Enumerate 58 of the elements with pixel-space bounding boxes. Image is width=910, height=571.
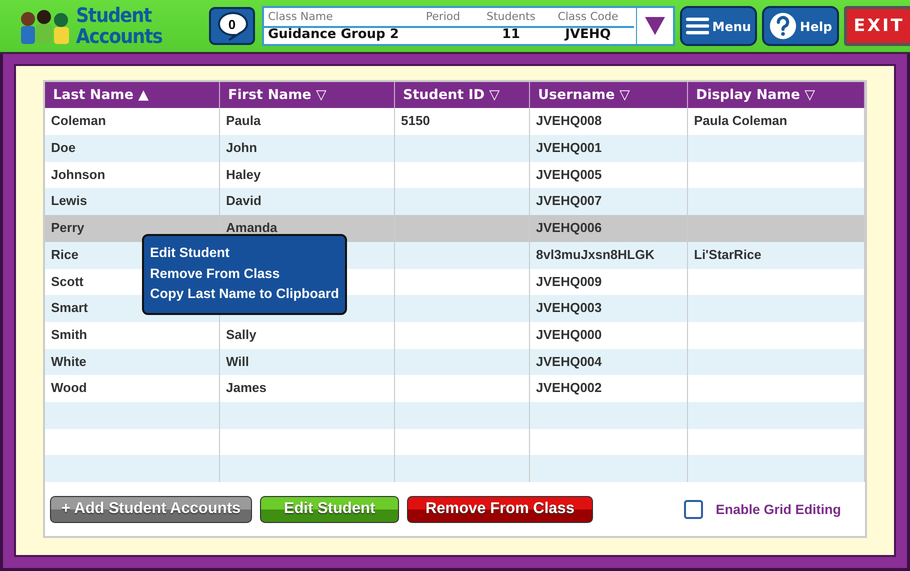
menu-item[interactable]: Edit Student	[150, 243, 339, 264]
table-cell: Scott	[51, 274, 84, 288]
dropdown-icon[interactable]	[645, 17, 665, 36]
help-icon	[768, 12, 797, 40]
table-cell: Will	[226, 354, 249, 369]
table-cell: JVEHQ005	[536, 166, 602, 182]
table-cell: JVEHQ002	[536, 380, 602, 396]
messages-button[interactable]: 0	[209, 7, 255, 46]
table-row[interactable]: White Will JVEHQ004	[45, 348, 865, 376]
table-cell: White	[51, 354, 86, 369]
field-label: Class Name	[268, 9, 334, 26]
table-cell: JVEHQ004	[536, 354, 602, 369]
field-value: Guidance Group 2	[268, 26, 400, 44]
menu-button[interactable]: Menu	[680, 6, 757, 46]
table-row[interactable]: Johnson Haley JVEHQ005	[45, 162, 865, 188]
table-cell: John	[226, 140, 258, 156]
table-cell: 8vl3muJxsn8HLGK	[536, 246, 654, 262]
menu-icon	[686, 16, 710, 36]
table-cell: Lewis	[51, 193, 88, 208]
field-label: Students	[485, 9, 537, 26]
table-cell: JVEHQ009	[536, 274, 602, 288]
table-cell: Smart	[51, 300, 88, 316]
exit-button[interactable]: EXIT	[844, 6, 910, 46]
checkbox-label: Enable Grid Editing	[716, 502, 841, 516]
field-value: 11	[500, 26, 522, 44]
app-logo: Student Accounts	[76, 5, 162, 48]
table-cell: JVEHQ007	[536, 193, 602, 208]
table-cell: Li'StarRice	[694, 246, 762, 262]
field-label: Period	[424, 9, 462, 26]
field-label: Class Code	[556, 9, 620, 26]
table-cell: Amanda	[226, 220, 278, 236]
table-cell: JVEHQ008	[536, 113, 602, 128]
help-button[interactable]: Help	[762, 6, 839, 46]
table-cell: 5150	[401, 113, 430, 128]
checkbox[interactable]	[684, 500, 703, 518]
table-cell: Perry	[51, 220, 84, 236]
class-selector[interactable]: Class Name Guidance Group 2 Period Students 11 Class Code JVEHQ	[262, 6, 675, 46]
table-cell: Paula Coleman	[694, 113, 788, 128]
table-cell: JVEHQ003	[536, 300, 602, 316]
table-row[interactable]: Lewis David JVEHQ007	[45, 188, 865, 216]
field-value: JVEHQ	[563, 26, 612, 44]
table-cell: James	[226, 380, 266, 396]
table-cell: Smith	[51, 326, 88, 342]
table-cell: Haley	[226, 166, 261, 182]
table-cell: Coleman	[51, 113, 106, 128]
table-cell: David	[226, 193, 262, 208]
table-cell: JVEHQ006	[536, 220, 602, 236]
table-cell: JVEHQ001	[536, 140, 602, 156]
table-cell: Paula	[226, 113, 261, 128]
table-cell: Wood	[51, 380, 87, 396]
table-cell: Sally	[226, 326, 256, 342]
action-button[interactable]: Remove From Class	[407, 496, 593, 522]
table-row[interactable]: Doe John JVEHQ001	[45, 135, 865, 162]
table-cell: Johnson	[51, 166, 106, 182]
table-cell: Rice	[51, 246, 78, 262]
table-row[interactable]: Perry Amanda JVEHQ006	[45, 215, 865, 242]
table-cell: JVEHQ000	[536, 326, 602, 342]
table-cell: Doe	[51, 140, 76, 156]
